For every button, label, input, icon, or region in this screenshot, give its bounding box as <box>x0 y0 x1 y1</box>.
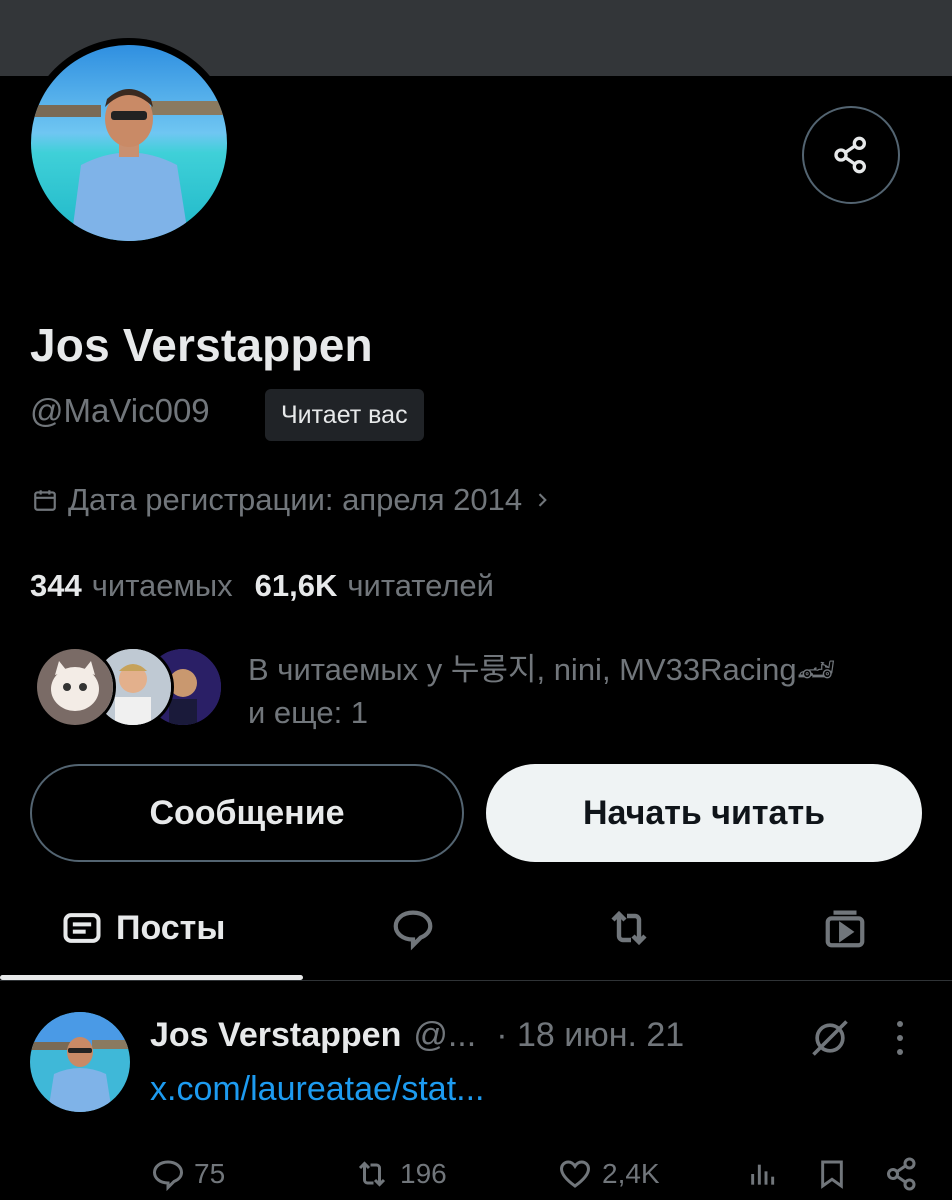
posts-icon <box>63 913 101 943</box>
tab-media[interactable] <box>818 880 872 976</box>
reply-count: 75 <box>194 1158 226 1189</box>
grok-button[interactable] <box>808 1016 852 1065</box>
followers-label: читателей <box>347 568 494 603</box>
mutual-followers-more: и еще: 1 <box>248 695 369 730</box>
post-more-button[interactable] <box>890 1018 910 1063</box>
heart-icon <box>559 1160 591 1188</box>
joined-date-row[interactable]: Дата регистрации: апреля 2014 <box>32 482 552 518</box>
tab-replies[interactable] <box>386 880 440 976</box>
like-button[interactable]: 2,4K <box>556 1156 660 1192</box>
mutual-avatar <box>34 646 116 728</box>
mutual-followers-line: В читаемых у 누룽지, nini, MV33Racing🏎 <box>248 652 837 687</box>
media-icon <box>825 910 865 948</box>
grok-icon <box>812 1020 848 1056</box>
more-vertical-icon <box>897 1021 903 1055</box>
profile-avatar[interactable] <box>24 38 234 248</box>
reply-icon <box>152 1160 184 1192</box>
post-actions: 75 196 2,4K <box>150 1156 930 1200</box>
like-count: 2,4K <box>602 1158 660 1189</box>
post-avatar[interactable] <box>30 1012 130 1112</box>
avatar-photo <box>31 45 227 241</box>
repost-icon <box>358 1161 386 1187</box>
profile-name: Jos Verstappen <box>30 319 373 371</box>
share-icon <box>834 136 866 174</box>
tab-posts-label: Посты <box>116 908 226 947</box>
post-link[interactable]: x.com/laureatae/stat... <box>150 1070 485 1109</box>
repost-count: 196 <box>400 1158 447 1189</box>
post-author-handle[interactable]: @... <box>413 1016 476 1055</box>
follows-you-badge: Читает вас <box>265 389 424 441</box>
mutual-followers-text[interactable]: В читаемых у 누룽지, nini, MV33Racing🏎 и ещ… <box>248 648 836 734</box>
following-count: 344 <box>30 568 82 603</box>
profile-handle: @MaVic009 <box>30 392 210 429</box>
post-share-button[interactable] <box>884 1156 920 1192</box>
joined-date: Дата регистрации: апреля 2014 <box>68 482 523 517</box>
profile-tabs: Посты <box>0 880 952 980</box>
message-button[interactable]: Сообщение <box>30 764 464 862</box>
bookmark-icon <box>821 1160 843 1189</box>
post-date[interactable]: · 18 июн. 21 <box>496 1016 684 1055</box>
post-header: Jos Verstappen @... · 18 июн. 21 <box>150 1016 684 1055</box>
follow-button[interactable]: Начать читать <box>486 764 922 862</box>
repost-icon <box>611 910 647 946</box>
calendar-icon <box>34 490 56 511</box>
tab-reposts[interactable] <box>602 880 656 976</box>
bookmark-button[interactable] <box>816 1156 848 1192</box>
following-label: читаемых <box>91 568 233 603</box>
profile-stats: 344 читаемых 61,6K читателей <box>30 568 494 604</box>
reply-icon <box>393 910 433 951</box>
followers-link[interactable]: 61,6K читателей <box>255 568 494 604</box>
tab-posts[interactable]: Посты <box>60 880 225 976</box>
share-icon <box>887 1157 916 1191</box>
chevron-right-icon <box>538 493 547 507</box>
followers-count: 61,6K <box>254 568 338 603</box>
reply-button[interactable]: 75 <box>150 1156 225 1192</box>
share-button[interactable] <box>802 106 900 204</box>
post-author-name[interactable]: Jos Verstappen <box>150 1016 401 1055</box>
views-button[interactable] <box>746 1156 778 1192</box>
mutual-followers-avatars[interactable] <box>34 646 234 730</box>
views-icon <box>751 1164 775 1185</box>
repost-button[interactable]: 196 <box>352 1156 447 1192</box>
tabs-divider <box>0 980 952 981</box>
following-link[interactable]: 344 читаемых <box>30 568 233 604</box>
